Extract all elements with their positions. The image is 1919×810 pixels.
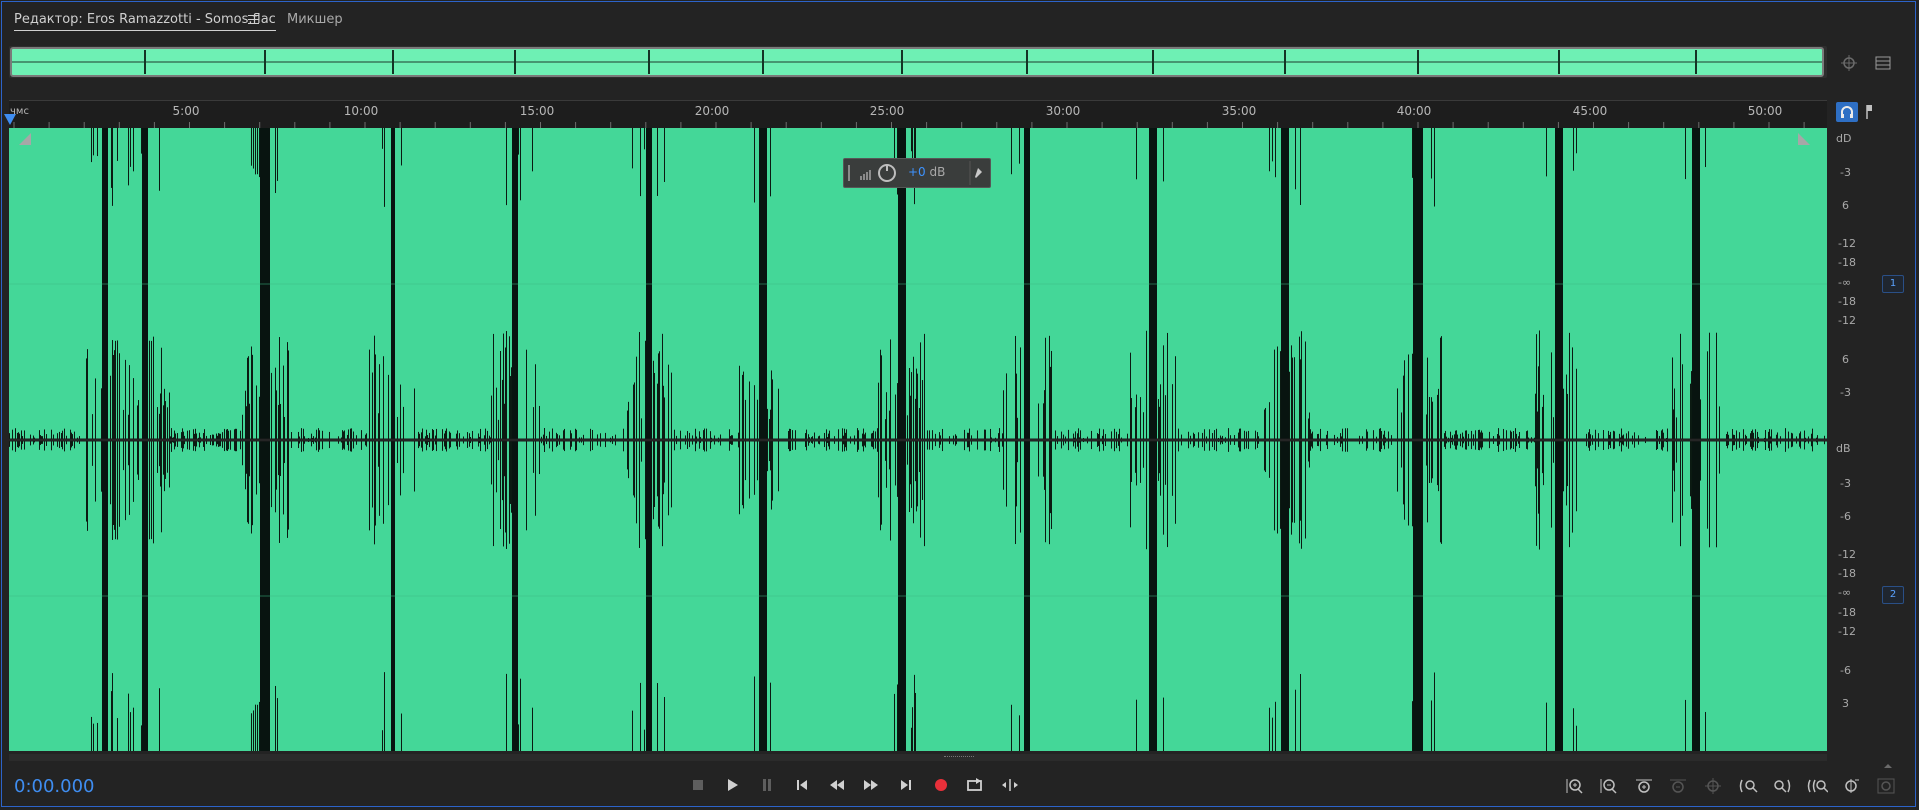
zoom-in-amplitude-icon xyxy=(1566,779,1583,794)
volume-hud[interactable]: +0 dB xyxy=(843,158,991,188)
pause-icon xyxy=(763,779,771,791)
fast-forward-icon xyxy=(864,780,878,790)
zoom-reset-icon xyxy=(1877,778,1895,794)
ruler-ticks xyxy=(13,122,1805,128)
stop-icon xyxy=(693,780,703,790)
go-to-start-button[interactable] xyxy=(791,775,813,795)
zoom-in-point-button[interactable] xyxy=(1737,776,1759,796)
panel-menu-icon[interactable] xyxy=(248,15,259,24)
go-to-end-button[interactable] xyxy=(895,775,917,795)
zoom-in-point-icon xyxy=(1739,779,1758,793)
zoom-selection-button[interactable] xyxy=(1806,776,1828,796)
marker-icon[interactable] xyxy=(1862,102,1876,122)
zoom-out-point-icon xyxy=(1774,779,1791,793)
snap-headphones-icon[interactable] xyxy=(1836,102,1858,122)
overview-waveform xyxy=(10,47,1824,77)
panel-tabs: Редактор: Eros Ramazzotti - Somos.flac М… xyxy=(0,0,1919,40)
zoom-reset-button[interactable] xyxy=(1875,776,1897,796)
pause-button[interactable] xyxy=(756,775,778,795)
zoom-in-time-icon xyxy=(1636,779,1652,793)
skip-selection-icon xyxy=(1002,779,1018,791)
channel-1-badge[interactable]: 1 xyxy=(1882,275,1904,293)
zoom-out-amplitude-button[interactable] xyxy=(1598,776,1620,796)
current-time-display[interactable]: 0:00.000 xyxy=(14,776,95,797)
tab-editor[interactable]: Редактор: Eros Ramazzotti - Somos.flac xyxy=(14,12,276,31)
zoom-selection-icon xyxy=(1807,779,1828,793)
record-button[interactable] xyxy=(930,775,952,795)
zoom-in-amplitude-button[interactable] xyxy=(1564,776,1586,796)
zoom-playhead-icon xyxy=(1845,779,1859,793)
zoom-target-icon[interactable] xyxy=(1840,54,1858,72)
zoom-in-time-button[interactable] xyxy=(1633,776,1655,796)
zoom-full-icon xyxy=(1705,778,1721,794)
tab-mixer[interactable]: Микшер xyxy=(287,12,343,27)
playhead-marker[interactable] xyxy=(4,114,16,125)
record-icon xyxy=(935,779,947,791)
time-ruler[interactable]: чмс 5:00 10:00 15:00 20:00 25:00 30:00 3… xyxy=(9,100,1827,129)
waveform-display[interactable] xyxy=(9,128,1827,751)
skip-forward-icon xyxy=(901,780,911,790)
fast-forward-button[interactable] xyxy=(860,775,882,795)
scroll-grip[interactable] xyxy=(944,756,974,760)
zoom-out-point-button[interactable] xyxy=(1771,776,1793,796)
zoom-out-time-icon xyxy=(1670,779,1686,793)
loop-icon xyxy=(967,778,982,791)
channel-2-badge[interactable]: 2 xyxy=(1882,586,1904,604)
volume-value: +0 dB xyxy=(908,165,946,179)
skip-back-icon xyxy=(797,780,807,790)
list-view-icon[interactable] xyxy=(1874,54,1892,72)
scroll-up-icon[interactable] xyxy=(1882,754,1894,768)
rewind-button[interactable] xyxy=(826,775,848,795)
zoom-playhead-button[interactable] xyxy=(1841,776,1863,796)
loop-button[interactable] xyxy=(964,775,986,795)
overview-navigator[interactable] xyxy=(9,46,1827,78)
rewind-icon xyxy=(830,780,844,790)
skip-selection-button[interactable] xyxy=(999,775,1021,795)
zoom-full-button[interactable] xyxy=(1702,776,1724,796)
zoom-out-amplitude-icon xyxy=(1600,779,1617,794)
zoom-out-time-button[interactable] xyxy=(1667,776,1689,796)
play-button[interactable] xyxy=(721,775,743,795)
play-icon xyxy=(728,779,738,791)
db-scale: dD -3 6 -12 -18 -∞ -18 -12 6 -3 dB -3 -6… xyxy=(1836,132,1856,710)
horizontal-scrollbar[interactable] xyxy=(9,754,1827,761)
stop-button[interactable] xyxy=(687,775,709,795)
